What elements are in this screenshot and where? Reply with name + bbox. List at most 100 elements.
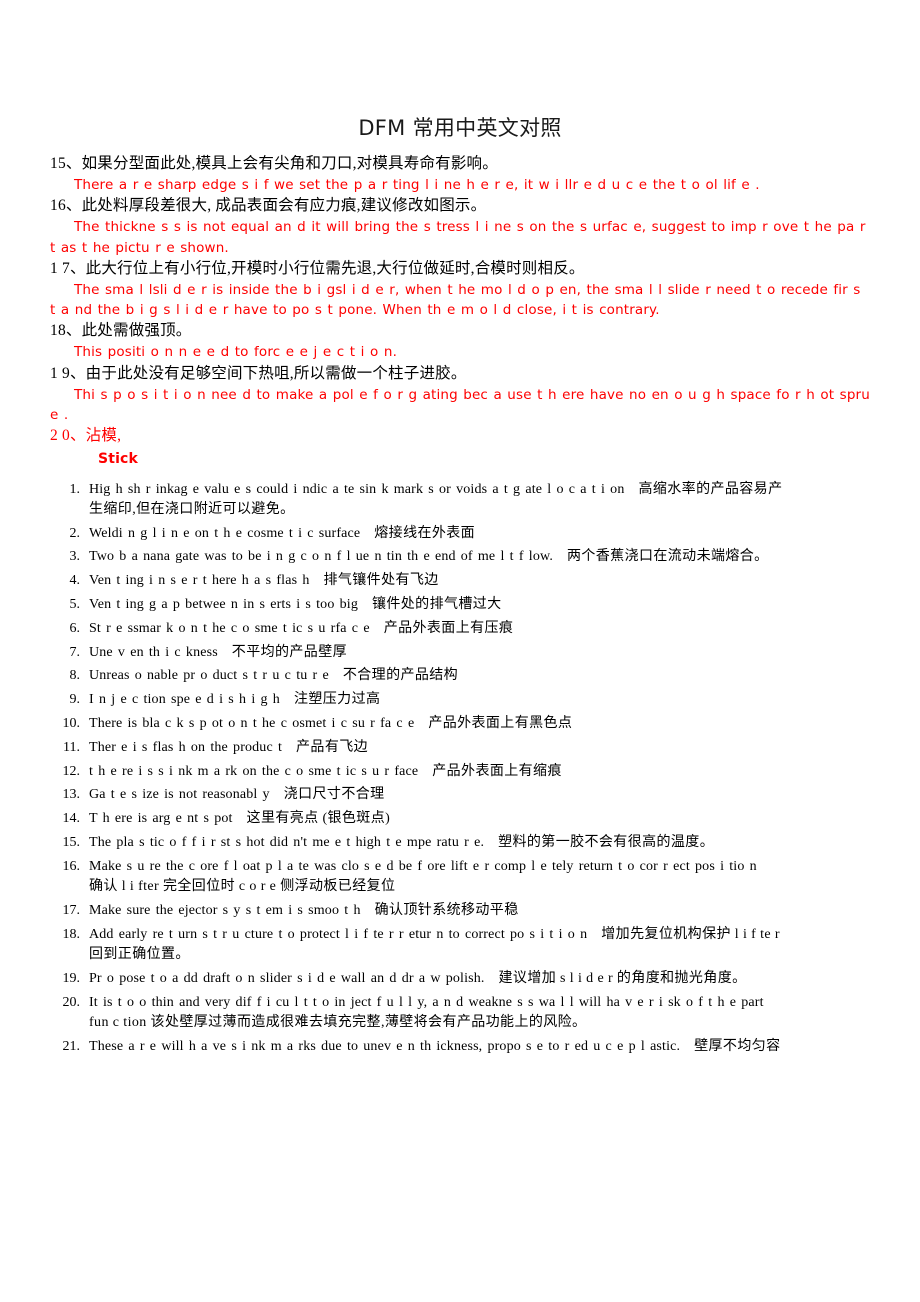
list-item-body: Ther e i s flas h on the produc t 产品有飞边 xyxy=(89,738,870,758)
list-item-body: Une v en th i c kness 不平均的产品壁厚 xyxy=(89,643,870,663)
list-item-number: 17. xyxy=(62,902,81,918)
list-item-body: There is bla c k s p ot o n t he c osmet… xyxy=(89,714,870,734)
list-item: 2. Weldi n g l i n e on t h e cosme t i … xyxy=(50,524,870,544)
list-item-en: The pla s tic o f f i r st s hot did n't… xyxy=(89,834,485,850)
note-cn-16: 16、此处料厚段差很大, 成品表面会有应力痕,建议修改如图示。 xyxy=(50,197,487,215)
list-item-number: 10. xyxy=(62,715,81,731)
list-item-cn: 建议增加 s l i d e r 的角度和抛光角度。 xyxy=(498,970,747,986)
list-item-cn: 不平均的产品壁厚 xyxy=(231,644,347,660)
list-item-en: t h e re i s s i nk m a rk on the c o sm… xyxy=(89,763,419,779)
list-item: 11. Ther e i s flas h on the produc t 产品有… xyxy=(50,738,870,758)
list-item: 4. Ven t ing i n s e r t here h a s flas… xyxy=(50,571,870,591)
list-item: 8. Unreas o nable pr o duct s t r u c tu… xyxy=(50,666,870,686)
list-item-body: Make s u re the c ore f l oat p l a te w… xyxy=(89,857,870,898)
list-item-cn: 高缩水率的产品容易产 xyxy=(638,481,783,497)
list-item: 21. These a r e will h a ve s i nk m a r… xyxy=(50,1037,870,1057)
list-item-en: Unreas o nable pr o duct s t r u c tu r … xyxy=(89,668,329,684)
list-item: 3. Two b a nana gate was to be i n g c o… xyxy=(50,547,870,567)
notes-section: 15、如果分型面此处,模具上会有尖角和刀口,对模具寿命有影响。 There a … xyxy=(50,153,870,472)
list-item-cn: 产品外表面上有黑色点 xyxy=(428,715,573,731)
list-item-body: These a r e will h a ve s i nk m a rks d… xyxy=(89,1037,870,1057)
list-item: 16. Make s u re the c ore f l oat p l a … xyxy=(50,857,870,898)
list-item-number: 1. xyxy=(69,481,81,497)
list-item-cn-wrap: 确认 l i fter 完全回位时 c o r e 侧浮动板已经复位 xyxy=(89,879,396,895)
note-cn-15: 15、如果分型面此处,模具上会有尖角和刀口,对模具寿命有影响。 xyxy=(50,155,498,172)
list-item-en: There is bla c k s p ot o n t he c osmet… xyxy=(89,715,415,731)
note-en-15: There a r e sharp edge s i f we set the … xyxy=(50,175,870,195)
list-item-body: Make sure the ejector s y s t em i s smo… xyxy=(89,901,870,921)
note-cn-17: 1 7、此大行位上有小行位,开模时小行位需先退,大行位做延时,合模时则相反。 xyxy=(50,259,585,277)
list-item: 9. I n j e c tion spe e d i s h i g h 注塑压… xyxy=(50,690,870,710)
note-en-text: Thi s p o s i t i o n nee d to make a po… xyxy=(50,386,870,423)
list-item-number: 13. xyxy=(62,787,81,803)
list-item-cn: 塑料的第一胶不会有很高的温度。 xyxy=(498,834,715,850)
list-item-en: Ther e i s flas h on the produc t xyxy=(89,739,283,755)
list-item-number: 4. xyxy=(69,573,81,589)
list-item-en: Ven t ing g a p betwee n in s erts i s t… xyxy=(89,596,358,612)
list-item-number: 8. xyxy=(69,668,81,684)
list-item-cn-wrap: fun c tion 该处壁厚过薄而造成很难去填充完整,薄壁将会有产品功能上的风… xyxy=(89,1014,587,1030)
list-item: 20. It is t o o thin and very dif f i cu… xyxy=(50,993,870,1034)
list-item-cn: 产品有飞边 xyxy=(296,739,369,755)
list-item-en: Two b a nana gate was to be i n g c o n … xyxy=(89,549,553,565)
list-item-number: 5. xyxy=(69,596,81,612)
list-item-body: T h ere is arg e nt s pot 这里有亮点 (银色斑点) xyxy=(89,809,870,829)
list-item-number: 2. xyxy=(69,525,81,541)
list-item-en: Weldi n g l i n e on t h e cosme t i c s… xyxy=(89,525,361,541)
list-item-cn: 增加先复位机构保护 l i f te r xyxy=(601,926,780,942)
note-cn-18: 18、此处需做强顶。 xyxy=(50,322,192,340)
list-item-body: Ven t ing g a p betwee n in s erts i s t… xyxy=(89,595,870,615)
page-title: DFM 常用中英文对照 xyxy=(358,116,562,140)
list-item-en: Make s u re the c ore f l oat p l a te w… xyxy=(89,858,757,874)
list-item-number: 20. xyxy=(62,994,81,1010)
list-item-body: Ven t ing i n s e r t here h a s flas h 排… xyxy=(89,571,870,591)
list-item-cn: 不合理的产品结构 xyxy=(342,668,459,684)
list-item-cn: 镶件处的排气槽过大 xyxy=(371,596,502,612)
list-item-number: 3. xyxy=(69,549,81,565)
list-item: 13. Ga t e s ize is not reasonabl y 浇口尺寸不… xyxy=(50,785,870,805)
list-item-number: 18. xyxy=(62,926,81,942)
list-item-number: 11. xyxy=(63,739,80,755)
list-item-cn: 这里有亮点 (银色斑点) xyxy=(246,811,391,827)
note-en-17: The sma l lsli d e r is inside the b i g… xyxy=(50,280,870,321)
list-item-en: Add early re t urn s t r u cture t o pro… xyxy=(89,926,588,942)
list-item-cn-wrap: 回到正确位置。 xyxy=(89,946,190,962)
note-en-16: The thickne s s is not equal an d it wil… xyxy=(50,217,870,258)
note-en-18: This positi o n n e e d to forc e e j e … xyxy=(50,342,870,362)
list-item-body: Weldi n g l i n e on t h e cosme t i c s… xyxy=(89,524,870,544)
terms-list: 1. Hig h sh r inkag e valu e s could i n… xyxy=(50,480,870,1057)
list-item-body: t h e re i s s i nk m a rk on the c o sm… xyxy=(89,762,870,782)
list-item-body: Add early re t urn s t r u cture t o pro… xyxy=(89,925,870,966)
list-item: 18. Add early re t urn s t r u cture t o… xyxy=(50,925,870,966)
list-item-cn: 产品外表面上有缩痕 xyxy=(432,763,562,779)
list-item: 12. t h e re i s s i nk m a rk on the c … xyxy=(50,762,870,782)
list-item-cn: 产品外表面上有压痕 xyxy=(383,620,514,636)
list-item: 6. St r e ssmar k o n t he c o sme t ic … xyxy=(50,619,870,639)
list-item-cn: 熔接线在外表面 xyxy=(374,525,476,541)
note-cn-20: 2 0、沾模, xyxy=(50,427,122,444)
list-item-cn: 排气镶件处有飞边 xyxy=(323,573,439,589)
list-item-en: Make sure the ejector s y s t em i s smo… xyxy=(89,902,361,918)
list-item-number: 6. xyxy=(69,620,81,636)
list-item-body: It is t o o thin and very dif f i cu l t… xyxy=(89,993,870,1034)
list-item-body: St r e ssmar k o n t he c o sme t ic s u… xyxy=(89,619,870,639)
list-item-body: Pr o pose t o a dd draft o n slider s i … xyxy=(89,969,870,989)
list-item-en: St r e ssmar k o n t he c o sme t ic s u… xyxy=(89,620,370,636)
list-item-number: 15. xyxy=(62,834,81,850)
list-item-cn: 两个香蕉浇口在流动未端熔合。 xyxy=(566,549,769,565)
list-item-en: Pr o pose t o a dd draft o n slider s i … xyxy=(89,970,485,986)
list-item-number: 9. xyxy=(69,692,81,708)
list-item-cn-wrap: 生缩印,但在浇口附近可以避免。 xyxy=(89,501,295,517)
list-item: 19. Pr o pose t o a dd draft o n slider … xyxy=(50,969,870,989)
list-item-number: 16. xyxy=(62,858,81,874)
document-page: DFM 常用中英文对照 15、如果分型面此处,模具上会有尖角和刀口,对模具寿命有… xyxy=(0,0,920,1302)
list-item-number: 21. xyxy=(62,1038,81,1054)
list-item: 5. Ven t ing g a p betwee n in s erts i … xyxy=(50,595,870,615)
list-item-cn: 注塑压力过高 xyxy=(293,692,381,708)
list-item-en: Ga t e s ize is not reasonabl y xyxy=(89,787,270,803)
list-item-body: Two b a nana gate was to be i n g c o n … xyxy=(89,547,870,567)
list-item-cn: 确认顶针系统移动平稳 xyxy=(374,902,519,918)
list-item-body: Ga t e s ize is not reasonabl y 浇口尺寸不合理 xyxy=(89,785,870,805)
list-item: 14. T h ere is arg e nt s pot 这里有亮点 (银色斑点… xyxy=(50,809,870,829)
note-en-text: The thickne s s is not equal an d it wil… xyxy=(50,219,866,256)
